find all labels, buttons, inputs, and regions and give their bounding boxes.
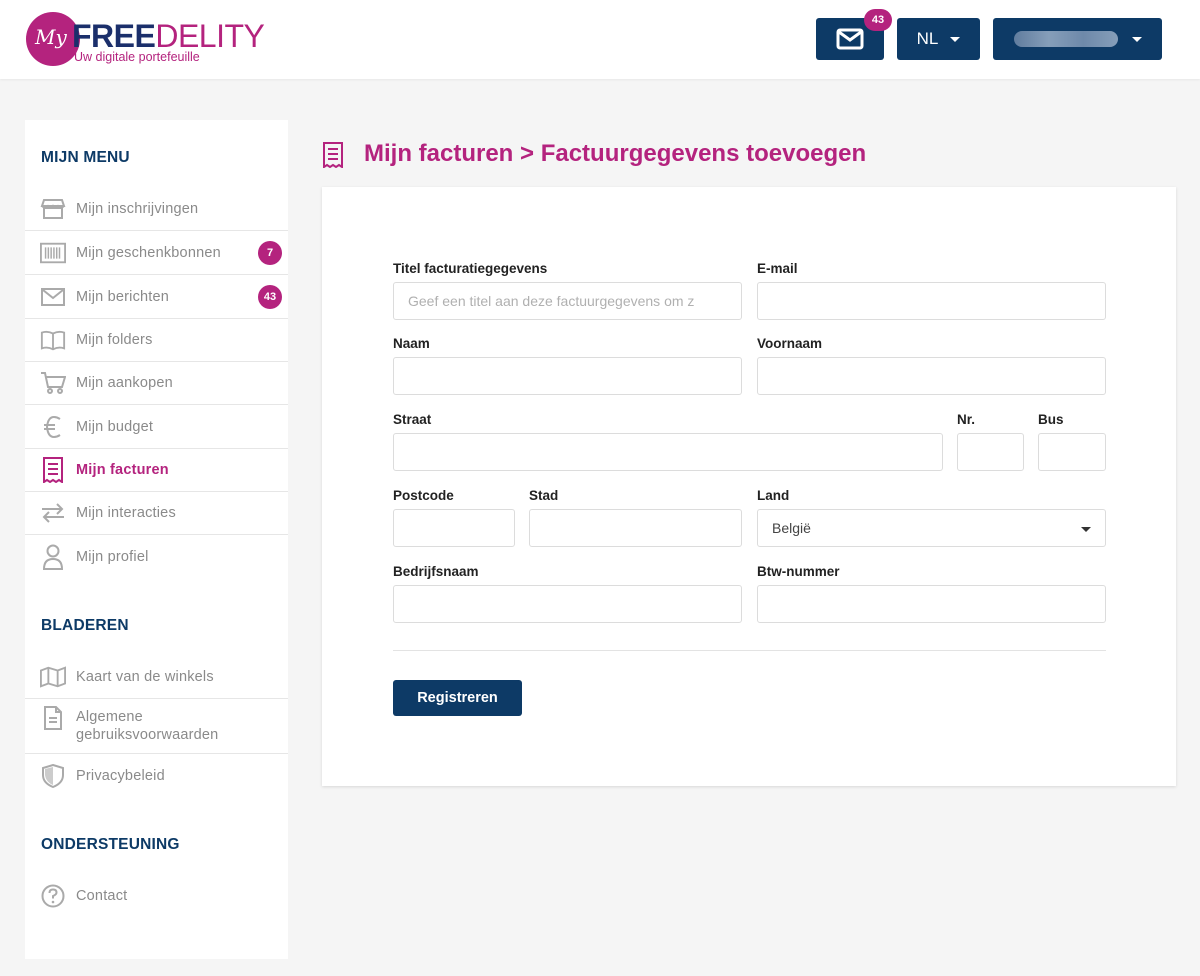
bus-input[interactable] <box>1038 433 1106 471</box>
btw-input[interactable] <box>757 585 1106 623</box>
logo-tagline: Uw digitale portefeuille <box>74 50 200 64</box>
land-selected-value: België <box>772 520 811 536</box>
title-input[interactable] <box>393 282 742 320</box>
chevron-down-icon <box>1081 527 1091 532</box>
sidebar-item-label: Mijn facturen <box>76 461 169 478</box>
straat-input[interactable] <box>393 433 943 471</box>
land-select[interactable]: België <box>757 509 1106 547</box>
freedelity-logo[interactable]: My FREEDELITY Uw digitale portefeuille <box>26 12 266 68</box>
btw-label: Btw-nummer <box>757 564 840 579</box>
document-icon <box>40 705 66 731</box>
naam-input[interactable] <box>393 357 742 395</box>
sidebar-item-profiel[interactable]: Mijn profiel <box>25 535 288 579</box>
sidebar-item-label: Mijn geschenkbonnen <box>76 244 221 261</box>
sidebar-item-label: Mijn inschrijvingen <box>76 200 199 217</box>
sidebar-item-kaart[interactable]: Kaart van de winkels <box>25 655 288 699</box>
voornaam-label: Voornaam <box>757 336 823 351</box>
sidebar-item-privacy[interactable]: Privacybeleid <box>25 754 288 798</box>
bedrijfsnaam-input[interactable] <box>393 585 742 623</box>
stad-label: Stad <box>529 488 559 503</box>
language-dropdown[interactable]: NL <box>897 18 980 60</box>
sidebar-item-label: Mijn berichten <box>76 288 170 305</box>
nr-label: Nr. <box>957 412 976 427</box>
messages-count-badge: 43 <box>258 284 282 309</box>
user-icon <box>40 544 66 570</box>
sidebar-item-label: Contact <box>76 888 128 904</box>
section-title-menu: MIJN MENU <box>41 149 130 166</box>
language-label: NL <box>916 29 939 48</box>
messages-count-badge: 43 <box>864 9 892 31</box>
title-label: Titel facturatiegegevens <box>393 261 548 276</box>
sidebar-item-label: Privacybeleid <box>76 768 165 784</box>
sidebar-item-label: Mijn folders <box>76 331 153 348</box>
arrows-icon <box>40 500 66 526</box>
store-icon <box>40 196 66 222</box>
sidebar: MIJN MENU Mijn inschrijvingen Mijn gesch… <box>25 120 288 959</box>
sidebar-item-interacties[interactable]: Mijn interacties <box>25 491 288 535</box>
user-name-blurred <box>1013 31 1118 47</box>
receipt-icon <box>323 142 343 168</box>
top-bar: My FREEDELITY Uw digitale portefeuille 4… <box>0 0 1200 79</box>
sidebar-item-label: Mijn interacties <box>76 504 176 521</box>
map-icon <box>40 664 66 690</box>
cart-icon <box>40 370 66 396</box>
bedrijfsnaam-label: Bedrijfsnaam <box>393 564 479 579</box>
sidebar-item-label: Mijn aankopen <box>76 374 173 391</box>
sidebar-item-label: Algemene gebruiksvoorwaarden <box>76 709 219 743</box>
barcode-icon <box>40 240 66 266</box>
euro-icon <box>40 414 66 440</box>
messages-button[interactable]: 43 <box>816 9 892 60</box>
voornaam-input[interactable] <box>757 357 1106 395</box>
section-title-browse: BLADEREN <box>41 617 129 634</box>
user-menu-dropdown[interactable] <box>993 18 1162 60</box>
land-label: Land <box>757 488 790 503</box>
sidebar-item-voorwaarden[interactable]: Algemene gebruiksvoorwaarden <box>25 699 288 754</box>
logo-free: FREE <box>72 18 156 54</box>
book-icon <box>40 327 66 353</box>
straat-label: Straat <box>393 412 432 427</box>
question-icon <box>40 883 66 909</box>
envelope-icon <box>40 284 66 310</box>
sidebar-item-facturen[interactable]: Mijn facturen <box>25 448 288 492</box>
email-field[interactable] <box>757 282 1106 320</box>
nr-input[interactable] <box>957 433 1024 471</box>
form-divider <box>393 650 1106 651</box>
sidebar-item-contact[interactable]: Contact <box>25 874 288 918</box>
vouchers-count-badge: 7 <box>258 240 282 265</box>
sidebar-item-budget[interactable]: Mijn budget <box>25 405 288 449</box>
postcode-label: Postcode <box>393 488 454 503</box>
email-label: E-mail <box>757 261 798 276</box>
section-title-support: ONDERSTEUNING <box>41 836 180 853</box>
sidebar-item-folders[interactable]: Mijn folders <box>25 318 288 362</box>
chevron-down-icon <box>1131 36 1142 42</box>
sidebar-item-label: Mijn profiel <box>76 549 149 565</box>
sidebar-item-aankopen[interactable]: Mijn aankopen <box>25 361 288 405</box>
register-button[interactable]: Registreren <box>393 680 522 716</box>
receipt-icon <box>40 456 66 483</box>
sidebar-item-berichten[interactable]: Mijn berichten 43 <box>25 275 288 319</box>
sidebar-item-geschenkbonnen[interactable]: Mijn geschenkbonnen 7 <box>25 231 288 275</box>
sidebar-item-inschrijvingen[interactable]: Mijn inschrijvingen <box>25 187 288 231</box>
logo-delity: DELITY <box>155 18 265 54</box>
envelope-icon <box>836 28 864 50</box>
logo-my: My <box>35 25 67 49</box>
chevron-down-icon <box>950 36 961 42</box>
stad-input[interactable] <box>529 509 742 547</box>
naam-label: Naam <box>393 336 430 351</box>
sidebar-item-label: Kaart van de winkels <box>76 668 214 685</box>
bus-label: Bus <box>1038 412 1064 427</box>
sidebar-item-label: Mijn budget <box>76 418 154 435</box>
page-title: Mijn facturen > Factuurgegevens toevoege… <box>364 140 867 167</box>
postcode-input[interactable] <box>393 509 515 547</box>
shield-icon <box>40 763 66 789</box>
